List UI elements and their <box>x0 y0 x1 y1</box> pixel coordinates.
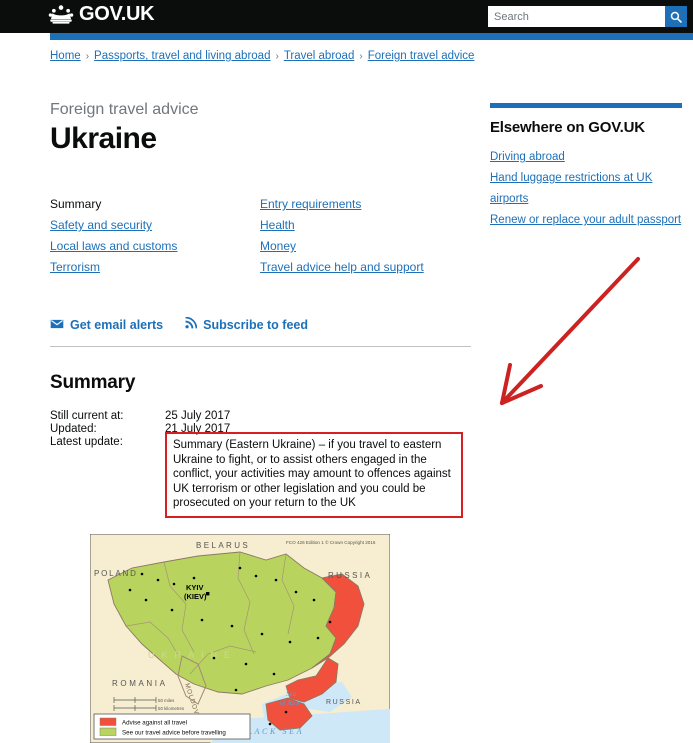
section-nav-item-travel-advice-help-and-support[interactable]: Travel advice help and support <box>260 257 470 278</box>
latest-update-highlight: Summary (Eastern Ukraine) – if you trave… <box>165 432 463 518</box>
map-label-belarus: BELARUS <box>196 541 250 550</box>
section-nav-item-local-laws-and-customs[interactable]: Local laws and customs <box>50 236 260 257</box>
summary-metadata: Still current at: 25 July 2017 Updated: … <box>50 410 470 518</box>
sidebar-link-list: Driving abroad Hand luggage restrictions… <box>490 147 682 231</box>
breadcrumb-item-travel-abroad[interactable]: Travel abroad <box>284 50 355 62</box>
subscribe-to-feed-link[interactable]: Subscribe to feed <box>185 316 308 332</box>
breadcrumb-item-home[interactable]: Home <box>50 50 81 62</box>
section-nav-link-health[interactable]: Health <box>260 218 295 232</box>
sidebar-title: Elsewhere on GOV.UK <box>490 119 645 136</box>
get-email-alerts-link[interactable]: Get email alerts <box>50 318 163 332</box>
sidebar-accent-rule <box>490 103 682 108</box>
breadcrumb-item-foreign-travel-advice[interactable]: Foreign travel advice <box>368 50 475 62</box>
still-current-label: Still current at: <box>50 410 124 422</box>
summary-heading: Summary <box>50 372 136 393</box>
brand-text: GOV.UK <box>79 3 155 25</box>
legend-swatch-advise-against <box>99 717 117 726</box>
page-kicker: Foreign travel advice <box>50 101 199 118</box>
section-nav-left-column: Summary Safety and security Local laws a… <box>50 194 260 278</box>
annotation-arrow <box>480 245 660 425</box>
breadcrumb-item-passports[interactable]: Passports, travel and living abroad <box>94 50 270 62</box>
map-label-romania: ROMANIA <box>112 679 168 688</box>
breadcrumb-separator: › <box>359 51 363 62</box>
travel-advice-map: BELARUS POLAND RUSSIA RUSSIA ROMANIA MOL… <box>90 534 390 743</box>
sidebar-link-hand-luggage[interactable]: Hand luggage restrictions at UK airports <box>490 172 652 205</box>
map-label-sea-of-azov: Sea <box>286 690 297 698</box>
legend-label-see-advice: See our travel advice before travelling <box>122 730 226 737</box>
section-nav-item-safety-and-security[interactable]: Safety and security <box>50 215 260 236</box>
svg-text:KYIV: KYIV <box>186 583 204 592</box>
legend-label-advise-against: Advise against all travel <box>122 720 187 727</box>
section-nav-right-column: Entry requirements Health Money Travel a… <box>260 194 470 278</box>
section-nav-item-terrorism[interactable]: Terrorism <box>50 257 260 278</box>
section-nav-link-terrorism[interactable]: Terrorism <box>50 260 100 274</box>
site-header: GOV.UK <box>0 0 693 33</box>
section-nav-link-safety-and-security[interactable]: Safety and security <box>50 218 152 232</box>
map-copyright: FCO 426 Edition 1 © Crown Copyright 2016 <box>286 539 376 545</box>
sidebar-item-hand-luggage[interactable]: Hand luggage restrictions at UK airports <box>490 168 682 210</box>
sidebar-link-renew-passport[interactable]: Renew or replace your adult passport <box>490 214 681 226</box>
section-nav-link-travel-advice-help-and-support[interactable]: Travel advice help and support <box>260 260 424 274</box>
map-label-russia: RUSSIA <box>328 571 372 580</box>
search-icon <box>670 11 682 23</box>
updated-label: Updated: <box>50 423 97 435</box>
content-divider <box>50 346 471 347</box>
subscribe-row: Get email alerts Subscribe to feed <box>50 316 470 332</box>
map-scale-km: 50 kilometres <box>158 706 185 711</box>
rss-icon <box>185 316 198 332</box>
map-label-sea-of-azov-2: of Azov <box>280 699 302 707</box>
still-current-value: 25 July 2017 <box>165 410 231 422</box>
section-nav-item-summary: Summary <box>50 197 102 211</box>
section-nav-item-health[interactable]: Health <box>260 215 470 236</box>
main-content: Foreign travel advice Ukraine Summary Sa… <box>50 100 471 518</box>
breadcrumb: Home › Passports, travel and living abroad… <box>50 48 474 65</box>
header-accent-stripe <box>50 33 693 40</box>
map-label-russia-2: RUSSIA <box>326 699 362 706</box>
metadata-row-still-current: Still current at: 25 July 2017 <box>50 410 470 423</box>
section-nav-item-entry-requirements[interactable]: Entry requirements <box>260 194 470 215</box>
sidebar-item-renew-passport[interactable]: Renew or replace your adult passport <box>490 210 682 231</box>
govuk-logo-link[interactable]: GOV.UK <box>48 3 155 25</box>
section-nav-link-local-laws-and-customs[interactable]: Local laws and customs <box>50 239 177 253</box>
search-button[interactable] <box>665 6 687 27</box>
latest-update-label: Latest update: <box>50 436 123 448</box>
get-email-alerts-label: Get email alerts <box>70 317 164 332</box>
section-nav-link-entry-requirements[interactable]: Entry requirements <box>260 197 361 211</box>
map-label-poland: POLAND <box>94 569 138 578</box>
latest-update-text: Summary (Eastern Ukraine) – if you trave… <box>173 439 451 509</box>
section-nav-item-money[interactable]: Money <box>260 236 470 257</box>
breadcrumb-separator: › <box>275 51 279 62</box>
map-label-ukraine: UKRAINE <box>148 650 237 660</box>
sidebar-link-driving-abroad[interactable]: Driving abroad <box>490 151 565 163</box>
sidebar-item-driving-abroad[interactable]: Driving abroad <box>490 147 682 168</box>
subscribe-to-feed-label: Subscribe to feed <box>203 317 308 332</box>
crown-icon <box>48 4 74 24</box>
map-legend: Advise against all travel See our travel… <box>93 713 251 740</box>
breadcrumb-separator: › <box>85 51 90 62</box>
site-search[interactable] <box>488 6 687 27</box>
metadata-row-latest-update: Latest update: Summary (Eastern Ukraine)… <box>50 432 470 518</box>
page-title: Ukraine <box>50 122 157 155</box>
elsewhere-sidebar: Elsewhere on GOV.UK Driving abroad Hand … <box>490 103 682 231</box>
legend-swatch-see-advice <box>99 727 117 736</box>
envelope-icon <box>50 318 64 332</box>
svg-text:(KIEV): (KIEV) <box>184 592 207 601</box>
map-scale-miles: 50 miles <box>158 698 175 703</box>
section-navigation: Summary Safety and security Local laws a… <box>50 194 470 278</box>
section-nav-link-money[interactable]: Money <box>260 239 296 253</box>
search-input[interactable] <box>488 6 665 27</box>
